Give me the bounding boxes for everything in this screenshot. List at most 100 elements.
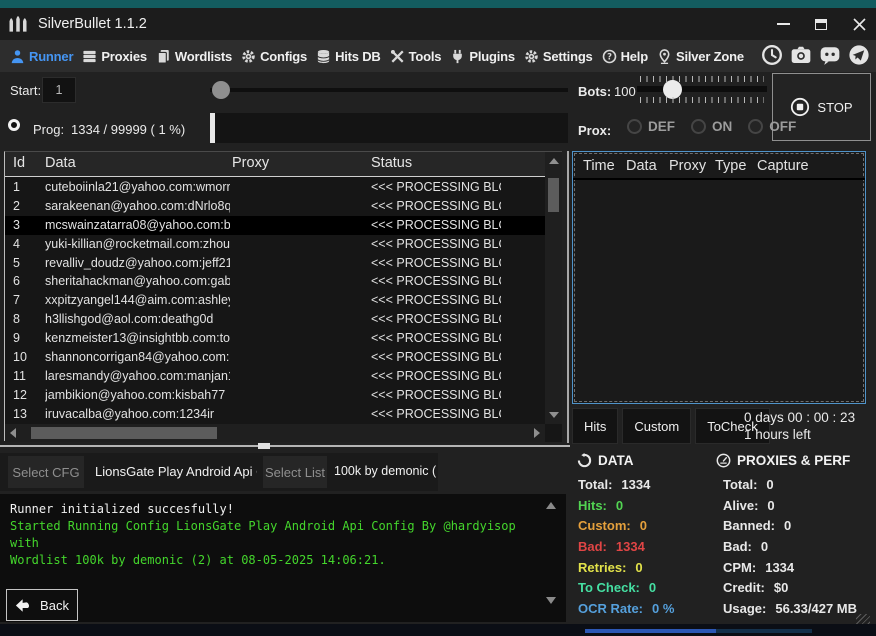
prox-radio-group: DEFONOFF xyxy=(627,119,796,134)
discord-icon[interactable] xyxy=(819,44,841,66)
close-button[interactable] xyxy=(848,13,870,35)
select-cfg-button[interactable]: Select CFG xyxy=(8,456,84,488)
cell-data: sarakeenan@yahoo.com:dNrlo8qyb xyxy=(45,199,230,213)
slider-thumb[interactable] xyxy=(212,81,230,99)
menu-item-proxies[interactable]: Proxies xyxy=(82,49,147,64)
radio-button-def[interactable] xyxy=(627,119,642,134)
back-button[interactable]: Back xyxy=(6,589,78,621)
cell-status: <<< PROCESSING BLOCK xyxy=(371,407,501,421)
telegram-icon[interactable] xyxy=(848,44,870,66)
elapsed-time: 0 days 00 : 00 : 23 xyxy=(744,409,855,426)
progress-label: Prog: xyxy=(33,122,64,137)
menu-item-label: Runner xyxy=(29,49,73,64)
menu-item-silver-zone[interactable]: Silver Zone xyxy=(657,49,744,64)
scroll-left-icon[interactable] xyxy=(10,428,16,438)
stat-row: To Check:0 xyxy=(578,577,674,598)
menu-item-label: Configs xyxy=(260,49,307,64)
menu-item-configs[interactable]: Configs xyxy=(241,49,307,64)
menu-item-hits-db[interactable]: Hits DB xyxy=(316,49,381,64)
table-row[interactable]: 4yuki-killian@rocketmail.com:zhoum<<< PR… xyxy=(5,235,545,254)
horizontal-splitter[interactable] xyxy=(0,445,570,447)
column-header-proxy[interactable]: Proxy xyxy=(232,155,269,171)
table-row[interactable]: 11laresmandy@yahoo.com:manjan1<<< PROCES… xyxy=(5,367,545,386)
horizontal-scrollbar[interactable] xyxy=(5,424,545,442)
bots-slider[interactable] xyxy=(637,76,767,106)
scroll-right-icon[interactable] xyxy=(534,428,540,438)
menu-item-plugins[interactable]: Plugins xyxy=(450,49,515,64)
start-position-slider[interactable] xyxy=(210,76,568,104)
column-header-type[interactable]: Type xyxy=(715,158,746,174)
cell-data: h3llishgod@aol.com:deathg0d xyxy=(45,312,230,326)
camera-icon[interactable] xyxy=(790,44,812,66)
menu-item-settings[interactable]: Settings xyxy=(524,49,593,64)
cell-status: <<< PROCESSING BLOCK xyxy=(371,388,501,402)
table-row[interactable]: 13iruvacalba@yahoo.com:1234ir<<< PROCESS… xyxy=(5,405,545,424)
stat-label: Credit: xyxy=(723,580,765,595)
maximize-button[interactable] xyxy=(810,13,832,35)
vertical-splitter[interactable] xyxy=(567,151,569,443)
select-list-button[interactable]: Select List xyxy=(263,456,327,488)
table-row[interactable]: 12jambikion@yahoo.com:kisbah77<<< PROCES… xyxy=(5,386,545,405)
bots-label: Bots: xyxy=(578,84,611,99)
results-table: Id Data Proxy Status 1cuteboiinla21@yaho… xyxy=(4,151,562,441)
cell-data: yuki-killian@rocketmail.com:zhoum xyxy=(45,237,230,251)
table-row[interactable]: 1cuteboiinla21@yahoo.com:wmorrid<<< PROC… xyxy=(5,178,545,197)
column-header-id[interactable]: Id xyxy=(13,155,25,171)
radio-button-off[interactable] xyxy=(748,119,763,134)
table-row[interactable]: 8h3llishgod@aol.com:deathg0d<<< PROCESSI… xyxy=(5,310,545,329)
scroll-up-icon[interactable] xyxy=(549,158,559,164)
menu-item-help[interactable]: ?Help xyxy=(602,49,648,64)
stat-value: $0 xyxy=(774,580,788,595)
tab-custom[interactable]: Custom xyxy=(622,408,691,444)
desktop-strip-bottom xyxy=(0,624,876,636)
log-scroll-up-icon[interactable] xyxy=(546,502,556,509)
bots-value: 100 xyxy=(614,84,636,99)
cell-data: jambikion@yahoo.com:kisbah77 xyxy=(45,388,230,402)
refresh-icon xyxy=(577,453,592,468)
log-scroll-down-icon[interactable] xyxy=(546,597,556,604)
minimize-button[interactable] xyxy=(772,13,794,35)
cell-data: sheritahackman@yahoo.com:gabby xyxy=(45,274,230,288)
table-row[interactable]: 9kenzmeister13@insightbb.com:toby<<< PRO… xyxy=(5,329,545,348)
stat-row: Banned:0 xyxy=(723,515,857,536)
stat-label: CPM: xyxy=(723,560,756,575)
prox-option-on: ON xyxy=(691,119,732,134)
column-header-data[interactable]: Data xyxy=(45,155,76,171)
stat-label: Total: xyxy=(723,477,757,492)
splitter-handle[interactable] xyxy=(258,443,270,449)
history-icon[interactable] xyxy=(761,44,783,66)
stat-label: Usage: xyxy=(723,601,766,616)
scroll-down-icon[interactable] xyxy=(549,412,559,418)
table-row[interactable]: 10shannoncorrigan84@yahoo.com:80<<< PROC… xyxy=(5,348,545,367)
table-row[interactable]: 2sarakeenan@yahoo.com:dNrlo8qyb<<< PROCE… xyxy=(5,197,545,216)
menu-item-runner[interactable]: Runner xyxy=(10,49,73,64)
tab-hits[interactable]: Hits xyxy=(572,408,618,444)
column-header-status[interactable]: Status xyxy=(371,155,412,171)
column-header-proxy[interactable]: Proxy xyxy=(669,158,706,174)
stat-value: 0 xyxy=(784,518,791,533)
stat-row: Bad:1334 xyxy=(578,536,674,557)
pin-icon xyxy=(657,49,672,64)
table-row[interactable]: 7xxpitzyangel144@aim.com:ashley<<< PROCE… xyxy=(5,291,545,310)
stat-row: Custom:0 xyxy=(578,515,674,536)
table-row[interactable]: 3mcswainzatarra08@yahoo.com:bles<<< PROC… xyxy=(5,216,545,235)
stat-row: OCR Rate:0 % xyxy=(578,598,674,619)
column-header-time[interactable]: Time xyxy=(583,158,615,174)
table-row[interactable]: 6sheritahackman@yahoo.com:gabby<<< PROCE… xyxy=(5,272,545,291)
menu-item-wordlists[interactable]: Wordlists xyxy=(156,49,232,64)
column-header-capture[interactable]: Capture xyxy=(757,158,809,174)
scrollbar-corner xyxy=(545,424,562,442)
column-header-data[interactable]: Data xyxy=(626,158,657,174)
scrollbar-thumb[interactable] xyxy=(31,427,217,439)
stat-value: 0 xyxy=(649,580,656,595)
scrollbar-thumb[interactable] xyxy=(548,178,559,212)
menu-item-tools[interactable]: Tools xyxy=(390,49,442,64)
cell-id: 10 xyxy=(13,350,41,364)
start-input[interactable] xyxy=(42,77,76,103)
wordlist-name: 100k by demonic (2) xyxy=(334,464,436,478)
cell-status: <<< PROCESSING BLOCK xyxy=(371,293,501,307)
table-row[interactable]: 5revalliv_doudz@yahoo.com:jeff2142<<< PR… xyxy=(5,254,545,273)
menu-item-label: Settings xyxy=(543,49,593,64)
vertical-scrollbar[interactable] xyxy=(545,152,562,424)
radio-button-on[interactable] xyxy=(691,119,706,134)
